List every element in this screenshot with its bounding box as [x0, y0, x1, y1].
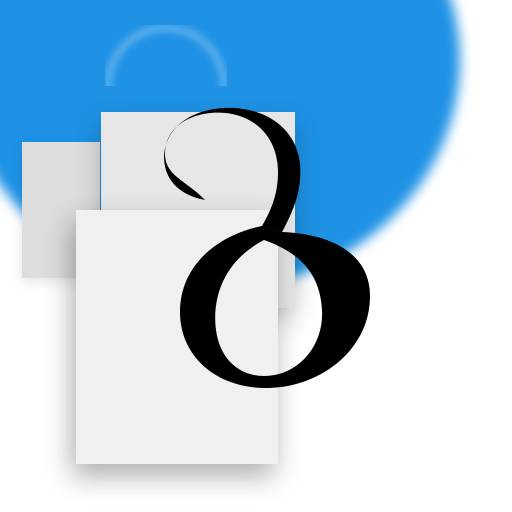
delta-hook [164, 107, 301, 232]
delta-bowl [180, 226, 370, 388]
app-icon [0, 0, 512, 512]
delta-letter-icon [164, 107, 370, 388]
